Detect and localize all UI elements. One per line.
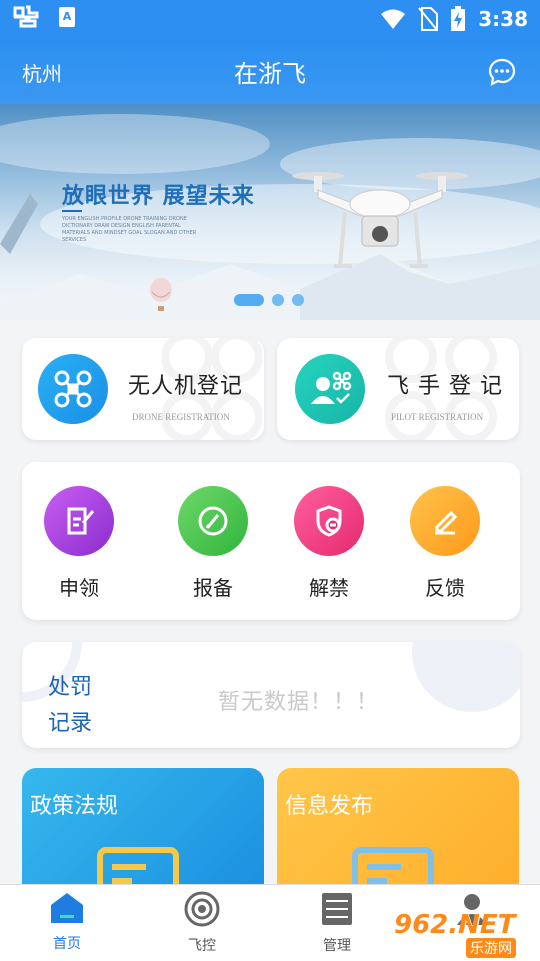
tab-home[interactable]: 首页: [27, 891, 107, 953]
tab-manage-label: 管理: [323, 938, 351, 954]
policy-tile[interactable]: 政策法规: [22, 768, 264, 898]
news-tile-title: 信息发布: [285, 794, 374, 819]
no-sim-icon: [418, 7, 439, 31]
pilot-registration-title: 飞 手 登 记: [387, 374, 503, 399]
services-card: 申领 报备 解禁 反馈: [22, 462, 520, 620]
service-report-label: 报备: [193, 576, 233, 600]
wifi-icon: [381, 9, 406, 29]
policy-tile-title: 政策法规: [30, 794, 119, 819]
penalty-decoration: [412, 642, 520, 712]
clock: 3:38: [478, 7, 528, 31]
unban-icon: [294, 486, 364, 556]
service-apply-label: 申领: [59, 576, 99, 600]
tab-flight-control-label: 飞控: [188, 938, 216, 954]
tab-flight-control[interactable]: 飞控: [162, 891, 242, 955]
pilot-icon: [311, 371, 352, 404]
apply-icon: [44, 486, 114, 556]
carousel-indicators: [234, 294, 304, 306]
service-report[interactable]: 报备: [158, 486, 268, 601]
tab-home-label: 首页: [53, 936, 81, 952]
status-bar: A 3:38: [0, 0, 540, 38]
banner-slogan: 放眼世界 展望未来: [62, 184, 255, 209]
drone-icon: [54, 370, 92, 408]
manage-icon: [322, 893, 352, 925]
home-icon: [51, 893, 83, 923]
pilot-icon-circle: [295, 354, 365, 424]
news-tile[interactable]: 信息发布: [277, 768, 519, 898]
pilot-registration-subtitle: PILOT REGISTRATION: [391, 412, 484, 422]
tab-manage[interactable]: 管理: [297, 891, 377, 955]
drone-icon-circle: [38, 354, 108, 424]
app-notification-icon: [13, 5, 39, 28]
service-feedback-label: 反馈: [425, 576, 465, 600]
message-icon[interactable]: [488, 58, 516, 86]
watermark-text: 962.NET: [394, 910, 516, 940]
service-unban[interactable]: 解禁: [274, 486, 384, 601]
banner-fine-print: YOUR ENGLISH PROFILE DRONE TRAINING DRON…: [62, 216, 197, 243]
app-bar: 杭州 在浙飞: [0, 38, 540, 104]
service-unban-label: 解禁: [309, 576, 349, 600]
drone-image: [292, 172, 468, 268]
page-title: 在浙飞: [234, 60, 306, 88]
watermark-subtext: 乐游网: [466, 938, 516, 958]
service-feedback[interactable]: 反馈: [390, 486, 500, 601]
battery-charging-icon: [451, 6, 466, 31]
balloon-image: [150, 278, 172, 311]
svg-text:A: A: [63, 10, 72, 23]
feedback-icon: [410, 486, 480, 556]
carousel-dot[interactable]: [234, 294, 264, 306]
banner-carousel[interactable]: 放眼世界 展望未来 YOUR ENGLISH PROFILE DRONE TRA…: [0, 104, 540, 320]
service-apply[interactable]: 申领: [24, 486, 134, 601]
pilot-registration-card[interactable]: 飞 手 登 记 PILOT REGISTRATION: [277, 338, 519, 440]
penalty-record-title: 处罚记录: [48, 675, 93, 736]
penalty-empty-message: 暂无数据！！！: [218, 690, 380, 715]
drone-registration-title: 无人机登记: [128, 374, 244, 399]
penalty-record-card[interactable]: 处罚记录 暂无数据！！！: [22, 642, 520, 748]
site-watermark-logo: 962.NET 乐游网: [394, 908, 534, 958]
keyboard-notification-icon: A: [59, 7, 75, 27]
slogan-underline: [62, 210, 82, 212]
drone-registration-subtitle: DRONE REGISTRATION: [132, 412, 230, 422]
report-icon: [178, 486, 248, 556]
carousel-dot[interactable]: [292, 294, 304, 306]
carousel-dot[interactable]: [272, 294, 284, 306]
flight-control-icon: [184, 891, 220, 927]
drone-registration-card[interactable]: 无人机登记 DRONE REGISTRATION: [22, 338, 264, 440]
